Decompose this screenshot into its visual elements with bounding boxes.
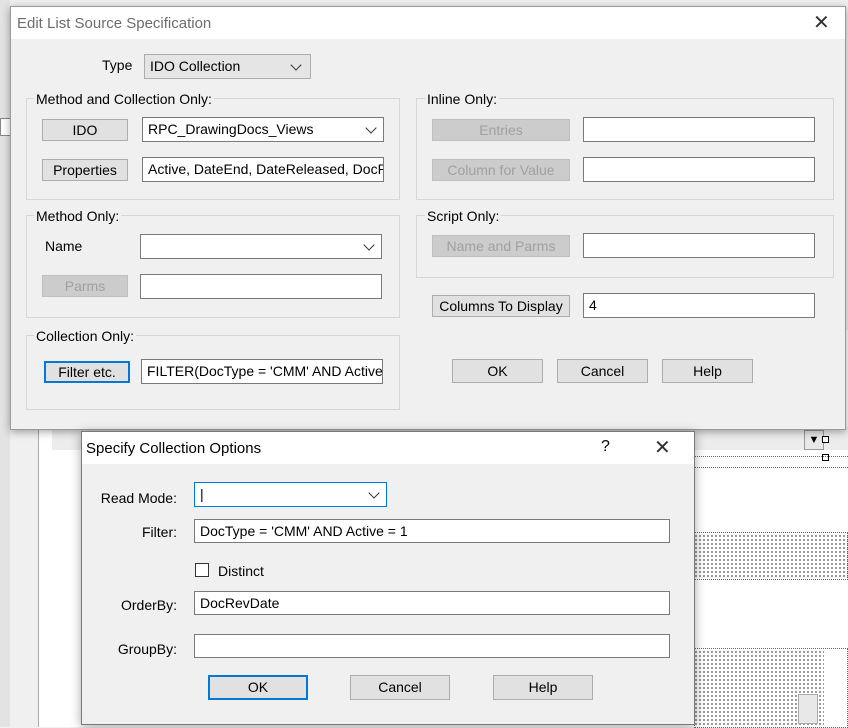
ok-button[interactable]: OK (452, 359, 543, 383)
sub-dialog-title: Specify Collection Options (86, 440, 262, 457)
method-only-label: Method Only: (34, 208, 122, 224)
background-dropdown-button[interactable]: ▼ (804, 430, 824, 450)
groupby-input[interactable] (194, 634, 670, 658)
method-only-group (26, 215, 400, 318)
chevron-down-icon (290, 59, 302, 71)
entries-field[interactable] (583, 117, 815, 142)
filter-label: Filter: (142, 524, 177, 540)
orderby-label: OrderBy: (120, 597, 177, 613)
filter-input[interactable]: DocType = 'CMM' AND Active = 1 (194, 519, 670, 543)
properties-button[interactable]: Properties (42, 159, 128, 181)
method-collection-group (26, 98, 400, 200)
columns-to-display-button[interactable]: Columns To Display (432, 295, 570, 317)
properties-field[interactable]: Active, DateEnd, DateReleased, DocRe (142, 157, 384, 182)
ido-select[interactable]: RPC_DrawingDocs_Views (142, 117, 384, 142)
column-for-value-field[interactable] (583, 157, 815, 182)
columns-to-display-field[interactable]: 4 (583, 293, 815, 318)
background-scrollbar[interactable] (798, 694, 818, 724)
distinct-checkbox[interactable] (195, 563, 209, 577)
type-label: Type (102, 57, 133, 73)
sub-cancel-button[interactable]: Cancel (350, 675, 450, 700)
read-mode-label: Read Mode: (100, 490, 177, 506)
name-and-parms-button[interactable]: Name and Parms (432, 235, 570, 257)
selection-handle[interactable] (822, 436, 829, 443)
filter-field[interactable]: FILTER(DocType = 'CMM' AND Active (141, 359, 383, 384)
parms-button[interactable]: Parms (42, 275, 128, 297)
specify-collection-options-dialog: Specify Collection Options ? ✕ Read Mode… (81, 431, 695, 725)
canvas-control-outline (694, 648, 848, 728)
cancel-button[interactable]: Cancel (557, 359, 648, 383)
main-title-bar: Edit List Source Specification ✕ (11, 7, 845, 39)
sub-help-button[interactable]: Help (493, 675, 593, 700)
groupby-label: GroupBy: (117, 641, 177, 657)
method-collection-label: Method and Collection Only: (34, 91, 214, 107)
type-select[interactable]: IDO Collection (144, 54, 311, 79)
chevron-down-icon (368, 487, 380, 499)
ido-button[interactable]: IDO (42, 119, 128, 141)
chevron-down-icon (365, 122, 377, 134)
inline-only-label: Inline Only: (425, 91, 500, 107)
sub-title-bar: Specify Collection Options ? ✕ (82, 432, 694, 464)
read-mode-value: | (200, 486, 204, 502)
close-icon[interactable]: ✕ (654, 438, 671, 458)
close-icon[interactable]: ✕ (813, 13, 830, 33)
edit-list-source-dialog: Edit List Source Specification ✕ Type ID… (10, 6, 846, 430)
background-app-edge (0, 0, 10, 727)
type-select-value: IDO Collection (150, 58, 241, 74)
column-for-value-button[interactable]: Column for Value (432, 159, 570, 181)
help-button[interactable]: Help (662, 359, 753, 383)
main-dialog-title: Edit List Source Specification (17, 15, 212, 32)
parms-field[interactable] (140, 274, 382, 299)
entries-button[interactable]: Entries (432, 119, 570, 141)
distinct-label: Distinct (218, 563, 264, 579)
name-and-parms-field[interactable] (583, 233, 815, 258)
inline-only-group (416, 98, 834, 200)
name-label: Name (45, 238, 83, 254)
sub-ok-button[interactable]: OK (208, 675, 308, 700)
canvas-control-outline (690, 456, 848, 468)
chevron-down-icon (363, 239, 375, 251)
script-only-label: Script Only: (425, 208, 502, 224)
help-question-icon[interactable]: ? (601, 438, 610, 456)
orderby-input[interactable]: DocRevDate (194, 591, 670, 615)
canvas-control-outline (694, 532, 848, 580)
collection-only-label: Collection Only: (34, 328, 137, 344)
name-select[interactable] (140, 234, 382, 259)
filter-etc-button[interactable]: Filter etc. (44, 361, 130, 383)
read-mode-select[interactable]: | (194, 482, 387, 507)
ido-select-value: RPC_DrawingDocs_Views (148, 121, 314, 137)
